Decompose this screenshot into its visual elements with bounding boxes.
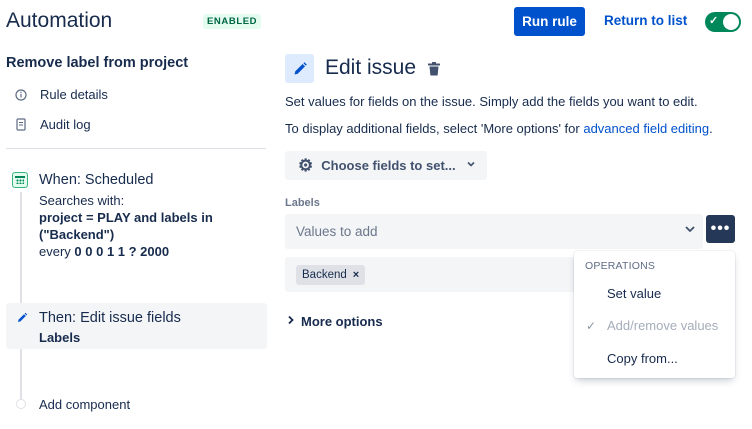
sidebar-item-rule-details[interactable]: Rule details	[14, 87, 108, 102]
pencil-icon	[13, 309, 31, 327]
rule-name: Remove label from project	[6, 55, 189, 71]
more-info-prefix: To display additional fields, select 'Mo…	[285, 121, 584, 136]
trigger-schedule: 0 0 0 1 1 ? 2000	[74, 244, 170, 259]
action-subtitle: Labels	[39, 330, 81, 345]
chevron-down-icon[interactable]	[683, 222, 697, 236]
operations-menu-header: OPERATIONS	[585, 260, 656, 272]
sidebar-item-label: Rule details	[40, 87, 108, 102]
chevron-right-icon	[287, 315, 295, 328]
toggle-knob	[723, 14, 739, 30]
sidebar-divider	[6, 148, 266, 149]
description: Set values for fields on the issue. Simp…	[285, 94, 698, 109]
info-icon	[14, 88, 28, 101]
add-component-link[interactable]: Add component	[39, 397, 130, 412]
values-placeholder: Values to add	[296, 224, 378, 239]
more-icon: •••	[710, 220, 731, 237]
document-icon	[14, 118, 28, 131]
return-to-list-link[interactable]: Return to list	[604, 13, 687, 28]
menu-item-set-value[interactable]: Set value	[607, 286, 661, 301]
check-icon: ✓	[586, 319, 597, 333]
chevron-down-icon	[466, 159, 476, 172]
trash-icon[interactable]	[425, 60, 443, 78]
check-icon: ✓	[709, 15, 719, 27]
section-title: Edit issue	[325, 56, 417, 79]
gear-icon: ⚙	[298, 156, 314, 175]
trigger-every: every	[39, 244, 71, 259]
timeline-line	[20, 192, 22, 400]
label-chip: Backend ×	[296, 265, 366, 285]
pencil-icon	[285, 54, 314, 83]
sidebar-item-audit-log[interactable]: Audit log	[14, 117, 91, 132]
trigger-searches-with: Searches with:	[39, 193, 125, 208]
menu-item-copy-from[interactable]: Copy from...	[607, 351, 678, 366]
advanced-field-editing-link[interactable]: advanced field editing	[583, 121, 709, 136]
more-info-suffix: .	[709, 121, 713, 136]
trigger-title[interactable]: When: Scheduled	[39, 172, 153, 188]
chip-label: Backend	[302, 269, 347, 281]
more-options-label: More options	[301, 314, 383, 329]
page-title: Automation	[6, 9, 113, 32]
trigger-description: Searches with: project = PLAY and labels…	[39, 192, 239, 260]
menu-item-add-remove-values[interactable]: Add/remove values	[607, 318, 718, 333]
more-info-text: To display additional fields, select 'Mo…	[285, 121, 713, 136]
trigger-query: project = PLAY and labels in ("Backend")	[39, 210, 213, 242]
status-badge: ENABLED	[203, 14, 262, 29]
sidebar-item-label: Audit log	[40, 117, 91, 132]
calendar-icon	[12, 172, 28, 188]
remove-chip-icon[interactable]: ×	[353, 269, 359, 281]
add-component-dot	[16, 399, 26, 409]
rule-enabled-toggle[interactable]: ✓	[705, 12, 741, 32]
labels-field-label: Labels	[285, 197, 320, 209]
choose-fields-button[interactable]: ⚙ Choose fields to set...	[285, 151, 487, 180]
run-rule-button[interactable]: Run rule	[514, 7, 585, 36]
more-operations-button[interactable]: •••	[706, 215, 735, 243]
more-options-toggle[interactable]: More options	[287, 314, 383, 329]
action-title: Then: Edit issue fields	[39, 310, 181, 326]
choose-fields-label: Choose fields to set...	[321, 158, 456, 173]
